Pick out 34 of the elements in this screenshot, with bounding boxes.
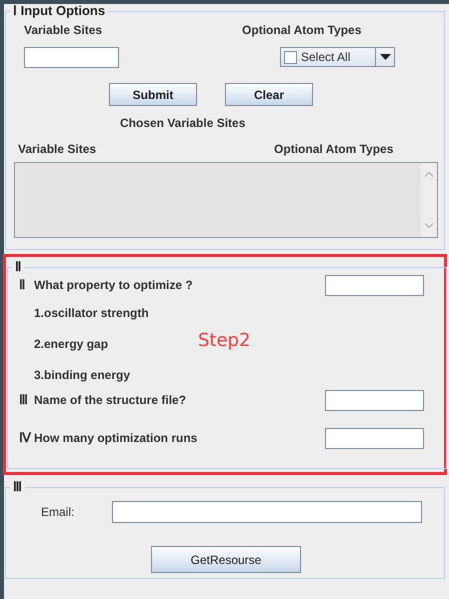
action-button[interactable]: GetResourse (151, 546, 301, 573)
section-heading: Chosen Variable Sites (120, 116, 246, 130)
input-field[interactable] (325, 274, 424, 296)
option-text: 3.binding energy (34, 368, 130, 382)
group-title: Ⅱ (15, 259, 21, 274)
question-label: Name of the structure file? (34, 393, 186, 407)
caret-icon (380, 54, 390, 60)
select-all-dropdown[interactable]: Select All (280, 47, 395, 67)
group-title: Ⅰ Input Options (13, 3, 106, 18)
checkbox[interactable] (284, 50, 297, 64)
dropdown-button[interactable] (375, 48, 394, 66)
column-header: Optional Atom Types (274, 142, 394, 158)
field-label: Optional Atom Types (242, 23, 362, 39)
field-label: Email: (41, 505, 76, 519)
annotation-label: Step2 (198, 330, 250, 351)
question-label: What property to optimize ? (34, 278, 193, 292)
option-text: 2.energy gap (34, 337, 108, 351)
group-title: Ⅲ (13, 479, 22, 494)
input-field[interactable] (325, 428, 424, 448)
question-label: How many optimization runs (34, 431, 198, 445)
option-text: 1.oscillator strength (34, 306, 149, 320)
question-number: Ⅲ (19, 392, 29, 408)
email-field[interactable] (112, 501, 422, 523)
checkbox-label: Select All (301, 50, 352, 64)
sites-list[interactable] (14, 162, 438, 238)
action-button[interactable]: Submit (109, 83, 197, 106)
column-header: Variable Sites (18, 142, 96, 158)
scroll-bar[interactable] (421, 163, 437, 237)
field-label: Variable Sites (24, 23, 102, 39)
question-number: Ⅱ (19, 277, 26, 293)
action-button[interactable]: Clear (225, 83, 313, 106)
input-field[interactable] (325, 390, 424, 410)
question-number: Ⅳ (19, 430, 32, 446)
input-field[interactable] (24, 46, 119, 68)
